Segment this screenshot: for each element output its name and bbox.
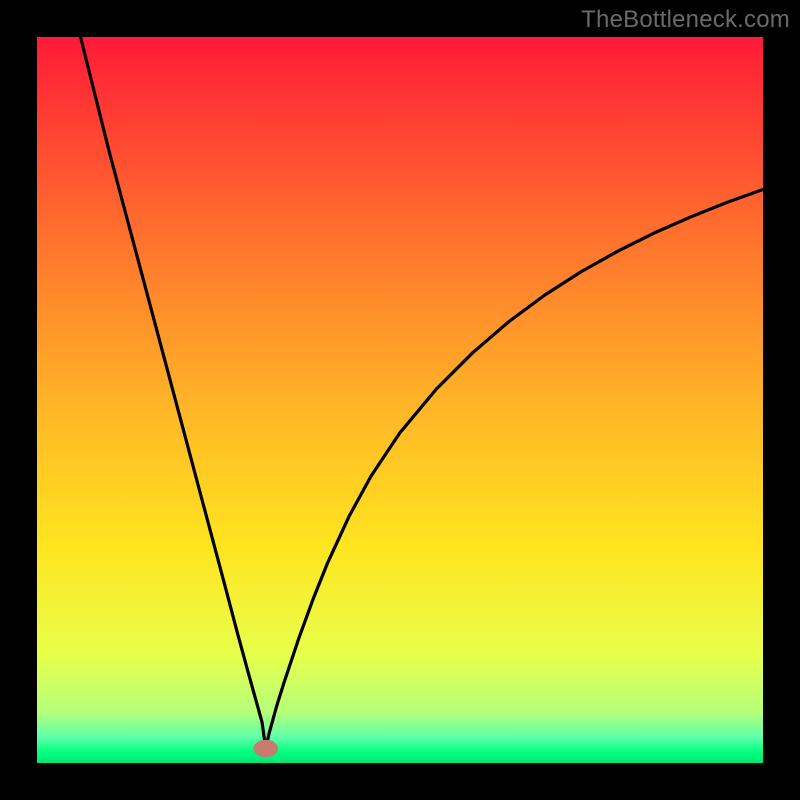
chart-svg <box>37 37 763 763</box>
plot-area <box>37 37 763 763</box>
gradient-background <box>37 37 763 763</box>
minimum-marker <box>253 740 278 757</box>
watermark-text: TheBottleneck.com <box>581 6 790 34</box>
chart-frame: TheBottleneck.com <box>0 0 800 800</box>
